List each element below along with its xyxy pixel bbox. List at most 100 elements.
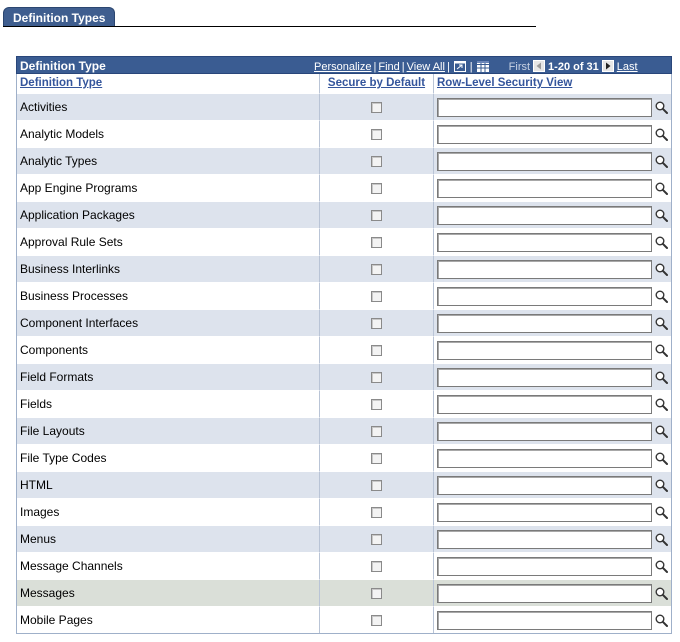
security-view-input[interactable] [437, 151, 652, 171]
secure-by-default-checkbox[interactable] [371, 236, 382, 248]
secure-by-default-checkbox[interactable] [371, 452, 382, 464]
secure-by-default-checkbox[interactable] [371, 263, 382, 275]
secure-by-default-checkbox[interactable] [371, 506, 382, 518]
security-view-input[interactable] [437, 556, 652, 576]
view-all-link[interactable]: View All [407, 61, 445, 73]
security-view-input[interactable] [437, 394, 652, 414]
table-row: Mobile Pages [17, 606, 671, 633]
lookup-icon[interactable] [652, 344, 668, 357]
secure-by-default-cell [319, 201, 433, 228]
security-view-input[interactable] [437, 475, 652, 495]
security-view-input[interactable] [437, 421, 652, 441]
previous-arrow-icon[interactable] [533, 60, 546, 72]
lookup-icon[interactable] [652, 209, 668, 222]
security-view-input[interactable] [437, 529, 652, 549]
security-view-input[interactable] [437, 97, 652, 117]
lookup-icon[interactable] [652, 371, 668, 384]
find-link[interactable]: Find [378, 61, 399, 73]
security-view-input[interactable] [437, 367, 652, 387]
grid-header: Definition Type Personalize | Find | View Al… [16, 56, 672, 74]
security-view-input[interactable] [437, 178, 652, 198]
secure-by-default-cell [319, 606, 433, 633]
security-view-cell [433, 444, 671, 471]
security-view-cell [433, 336, 671, 363]
definition-type-cell: Analytic Types [17, 147, 319, 174]
security-view-input[interactable] [437, 313, 652, 333]
grid-title: Definition Type [20, 59, 106, 73]
lookup-icon[interactable] [652, 182, 668, 195]
security-view-cell [433, 498, 671, 525]
lookup-icon[interactable] [652, 101, 668, 114]
column-header-row-level-security-view[interactable]: Row-Level Security View [433, 74, 671, 93]
lookup-icon[interactable] [652, 398, 668, 411]
next-arrow-icon[interactable] [601, 60, 614, 72]
lookup-icon[interactable] [652, 506, 668, 519]
security-view-input[interactable] [437, 340, 652, 360]
download-grid-icon[interactable] [476, 61, 489, 72]
secure-by-default-checkbox[interactable] [371, 317, 382, 329]
secure-by-default-checkbox[interactable] [371, 479, 382, 491]
security-view-input[interactable] [437, 610, 652, 630]
secure-by-default-cell [319, 498, 433, 525]
security-view-input[interactable] [437, 205, 652, 225]
security-view-input[interactable] [437, 286, 652, 306]
lookup-icon[interactable] [652, 614, 668, 627]
security-view-input[interactable] [437, 502, 652, 522]
lookup-icon[interactable] [652, 425, 668, 438]
column-header-secure-by-default[interactable]: Secure by Default [319, 74, 433, 93]
column-header-definition-type[interactable]: Definition Type [17, 74, 319, 93]
secure-by-default-checkbox[interactable] [371, 290, 382, 302]
definition-type-cell: HTML [17, 471, 319, 498]
secure-by-default-checkbox[interactable] [371, 398, 382, 410]
secure-by-default-checkbox[interactable] [371, 182, 382, 194]
secure-by-default-checkbox[interactable] [371, 209, 382, 221]
secure-by-default-checkbox[interactable] [371, 425, 382, 437]
secure-by-default-checkbox[interactable] [371, 371, 382, 383]
security-view-input[interactable] [437, 259, 652, 279]
last-link[interactable]: Last [617, 61, 638, 73]
lookup-icon[interactable] [652, 452, 668, 465]
security-view-input[interactable] [437, 124, 652, 144]
secure-by-default-cell [319, 444, 433, 471]
personalize-link[interactable]: Personalize [314, 61, 371, 73]
lookup-icon[interactable] [652, 533, 668, 546]
table-row: File Type Codes [17, 444, 671, 471]
definition-type-cell: Analytic Models [17, 120, 319, 147]
definition-type-cell: Business Interlinks [17, 255, 319, 282]
lookup-icon[interactable] [652, 263, 668, 276]
lookup-icon[interactable] [652, 155, 668, 168]
definition-type-cell: Component Interfaces [17, 309, 319, 336]
secure-by-default-cell [319, 363, 433, 390]
definition-type-cell: App Engine Programs [17, 174, 319, 201]
tab-underline [3, 26, 536, 27]
secure-by-default-checkbox[interactable] [371, 533, 382, 545]
lookup-icon[interactable] [652, 236, 668, 249]
first-link[interactable]: First [509, 61, 530, 73]
lookup-icon[interactable] [652, 479, 668, 492]
definition-type-cell: Field Formats [17, 363, 319, 390]
table-row: Activities [17, 93, 671, 120]
secure-by-default-checkbox[interactable] [371, 155, 382, 167]
secure-by-default-checkbox[interactable] [371, 614, 382, 626]
lookup-icon[interactable] [652, 560, 668, 573]
security-view-input[interactable] [437, 583, 652, 603]
lookup-icon[interactable] [652, 128, 668, 141]
secure-by-default-checkbox[interactable] [371, 344, 382, 356]
secure-by-default-checkbox[interactable] [371, 101, 382, 113]
definition-type-cell: Mobile Pages [17, 606, 319, 633]
lookup-icon[interactable] [652, 317, 668, 330]
security-view-cell [433, 201, 671, 228]
security-view-input[interactable] [437, 232, 652, 252]
secure-by-default-checkbox[interactable] [371, 587, 382, 599]
lookup-icon[interactable] [652, 587, 668, 600]
definition-type-cell: Menus [17, 525, 319, 552]
new-window-icon[interactable] [453, 61, 466, 72]
secure-by-default-checkbox[interactable] [371, 128, 382, 140]
secure-by-default-cell [319, 147, 433, 174]
secure-by-default-checkbox[interactable] [371, 560, 382, 572]
tab-definition-types[interactable]: Definition Types [3, 7, 115, 26]
definition-type-cell: Business Processes [17, 282, 319, 309]
secure-by-default-cell [319, 336, 433, 363]
lookup-icon[interactable] [652, 290, 668, 303]
security-view-input[interactable] [437, 448, 652, 468]
